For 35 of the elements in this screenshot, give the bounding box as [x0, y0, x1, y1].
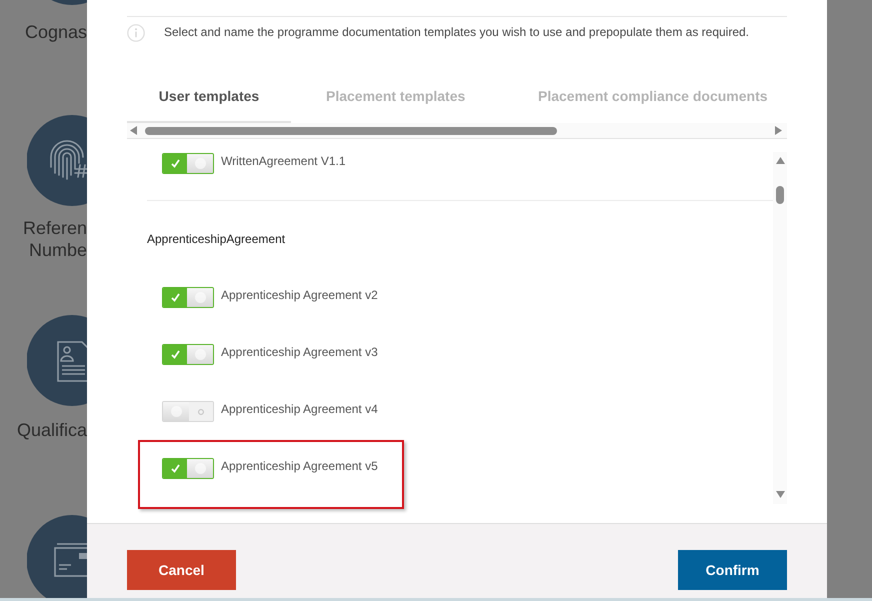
tile-label: Cognas — [24, 21, 87, 43]
scroll-left-icon[interactable] — [130, 126, 137, 135]
fingerprint-icon — [27, 115, 87, 206]
scroll-down-icon[interactable] — [776, 491, 784, 498]
toggle-switch[interactable] — [162, 458, 214, 479]
check-icon — [170, 159, 180, 168]
confirm-button[interactable]: Confirm — [678, 550, 787, 590]
toggle-switch[interactable] — [162, 344, 214, 365]
vertical-scrollbar[interactable] — [773, 152, 787, 504]
intro-text: Select and name the programme documentation templates you wish to use and prepopulate them as required. — [164, 24, 750, 40]
scrollbar-thumb[interactable] — [145, 126, 557, 134]
scroll-up-icon[interactable] — [776, 157, 784, 164]
check-icon — [170, 350, 180, 359]
group-header: ApprenticeshipAgreement — [147, 231, 286, 248]
card-icon — [27, 515, 87, 601]
template-label: WrittenAgreement V1.1 — [221, 153, 346, 169]
ring-icon — [198, 408, 204, 414]
template-label: Apprenticeship Agreement v3 — [221, 344, 378, 360]
cancel-button[interactable]: Cancel — [127, 550, 236, 590]
check-icon — [170, 464, 180, 473]
template-label: Apprenticeship Agreement v4 — [221, 401, 378, 417]
check-icon — [170, 293, 180, 302]
toggle-switch[interactable] — [162, 153, 214, 174]
toggle-switch[interactable] — [162, 401, 214, 422]
tile-label: Qualifica — [16, 419, 87, 441]
tile-label: Referen — [22, 217, 87, 239]
scroll-right-icon[interactable] — [775, 126, 782, 135]
horizontal-scrollbar[interactable] — [127, 123, 787, 139]
profile-document-icon — [27, 315, 87, 406]
info-icon — [127, 24, 145, 42]
toggle-switch[interactable] — [162, 287, 214, 308]
tile-label: Numbe — [28, 239, 87, 261]
scrollbar-thumb[interactable] — [776, 186, 784, 204]
template-label: Apprenticeship Agreement v2 — [221, 287, 378, 303]
template-label: Apprenticeship Agreement v5 — [221, 458, 378, 474]
